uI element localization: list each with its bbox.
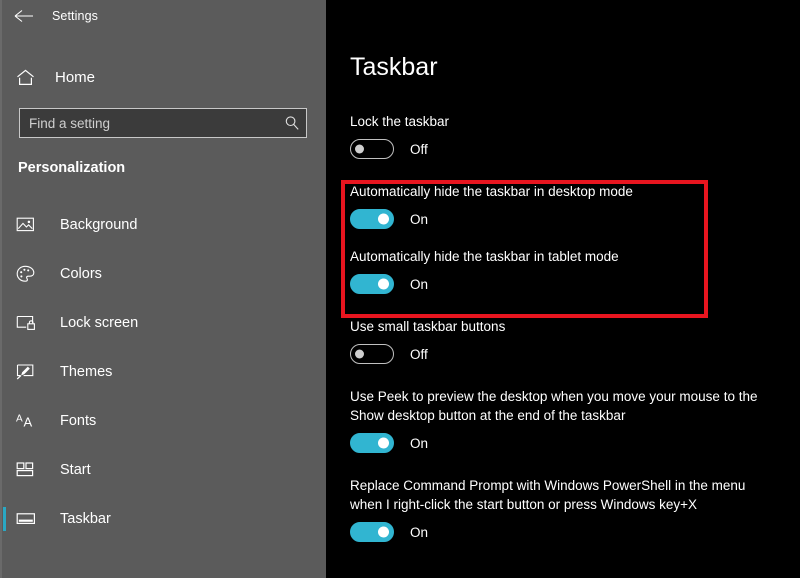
fonts-icon: A A — [16, 412, 40, 429]
toggle-knob — [355, 145, 364, 154]
use-peek-toggle[interactable] — [350, 433, 394, 453]
toggle-knob — [378, 214, 389, 225]
toggle-knob — [378, 279, 389, 290]
setting-lock-the-taskbar: Lock the taskbar Off — [350, 112, 780, 160]
search-icon[interactable] — [278, 115, 306, 131]
setting-use-peek: Use Peek to preview the desktop when you… — [350, 387, 780, 454]
svg-text:A: A — [24, 415, 33, 430]
setting-use-small-taskbar-buttons: Use small taskbar buttons Off — [350, 317, 780, 365]
sidebar: Settings Home Personalization — [0, 0, 326, 578]
sidebar-section-title: Personalization — [18, 160, 125, 176]
sidebar-nav-list: Background Colors — [0, 200, 326, 543]
toggle-row: On — [350, 432, 780, 454]
image-icon — [16, 216, 40, 233]
setting-label: Lock the taskbar — [350, 112, 780, 131]
setting-label: Automatically hide the taskbar in deskto… — [350, 182, 780, 201]
palette-icon — [16, 265, 40, 283]
setting-label: Use small taskbar buttons — [350, 317, 780, 336]
toggle-state-label: On — [410, 277, 428, 292]
back-button[interactable] — [4, 1, 44, 31]
setting-auto-hide-desktop-mode: Automatically hide the taskbar in deskto… — [350, 182, 780, 230]
sidebar-item-background[interactable]: Background — [0, 200, 326, 249]
lock-screen-icon — [16, 314, 40, 331]
sidebar-item-label: Lock screen — [60, 315, 138, 331]
replace-command-prompt-toggle[interactable] — [350, 522, 394, 542]
sidebar-item-home[interactable]: Home — [14, 62, 312, 92]
title-bar: Settings — [0, 0, 326, 32]
toggle-row: Off — [350, 343, 780, 365]
page-title: Taskbar — [350, 53, 438, 82]
search-input[interactable] — [20, 116, 278, 131]
toggle-knob — [355, 350, 364, 359]
toggle-state-label: On — [410, 212, 428, 227]
sidebar-item-label: Themes — [60, 364, 112, 380]
taskbar-icon — [16, 511, 40, 526]
toggle-knob — [378, 527, 389, 538]
sidebar-item-colors[interactable]: Colors — [0, 249, 326, 298]
toggle-row: On — [350, 208, 780, 230]
selection-accent-bar — [3, 507, 6, 531]
toggle-row: On — [350, 273, 780, 295]
theme-brush-icon — [16, 363, 40, 380]
sidebar-item-lock-screen[interactable]: Lock screen — [0, 298, 326, 347]
sidebar-item-label: Start — [60, 462, 91, 478]
toggle-row: On — [350, 521, 780, 543]
setting-label: Use Peek to preview the desktop when you… — [350, 387, 780, 425]
toggle-state-label: Off — [410, 142, 428, 157]
home-label: Home — [55, 69, 95, 86]
window-title: Settings — [52, 9, 98, 23]
toggle-state-label: On — [410, 525, 428, 540]
search-box[interactable] — [19, 108, 307, 138]
sidebar-item-fonts[interactable]: A A Fonts — [0, 396, 326, 445]
auto-hide-desktop-mode-toggle[interactable] — [350, 209, 394, 229]
toggle-knob — [378, 438, 389, 449]
toggle-row: Off — [350, 138, 780, 160]
toggle-state-label: Off — [410, 347, 428, 362]
use-small-taskbar-buttons-toggle[interactable] — [350, 344, 394, 364]
sidebar-item-start[interactable]: Start — [0, 445, 326, 494]
sidebar-item-taskbar[interactable]: Taskbar — [0, 494, 326, 543]
settings-list: Lock the taskbar Off Automatically hide … — [350, 112, 780, 565]
sidebar-item-label: Background — [60, 217, 137, 233]
toggle-state-label: On — [410, 436, 428, 451]
sidebar-item-label: Taskbar — [60, 511, 111, 527]
sidebar-item-label: Colors — [60, 266, 102, 282]
lock-the-taskbar-toggle[interactable] — [350, 139, 394, 159]
setting-auto-hide-tablet-mode: Automatically hide the taskbar in tablet… — [350, 247, 780, 295]
settings-window: Settings Home Personalization — [0, 0, 800, 578]
setting-label: Automatically hide the taskbar in tablet… — [350, 247, 780, 266]
home-icon — [14, 69, 36, 86]
svg-text:A: A — [16, 414, 23, 425]
back-arrow-icon — [14, 9, 34, 23]
setting-label: Replace Command Prompt with Windows Powe… — [350, 476, 780, 514]
sidebar-item-themes[interactable]: Themes — [0, 347, 326, 396]
auto-hide-tablet-mode-toggle[interactable] — [350, 274, 394, 294]
start-tiles-icon — [16, 461, 40, 478]
sidebar-item-label: Fonts — [60, 413, 96, 429]
setting-replace-command-prompt: Replace Command Prompt with Windows Powe… — [350, 476, 780, 543]
